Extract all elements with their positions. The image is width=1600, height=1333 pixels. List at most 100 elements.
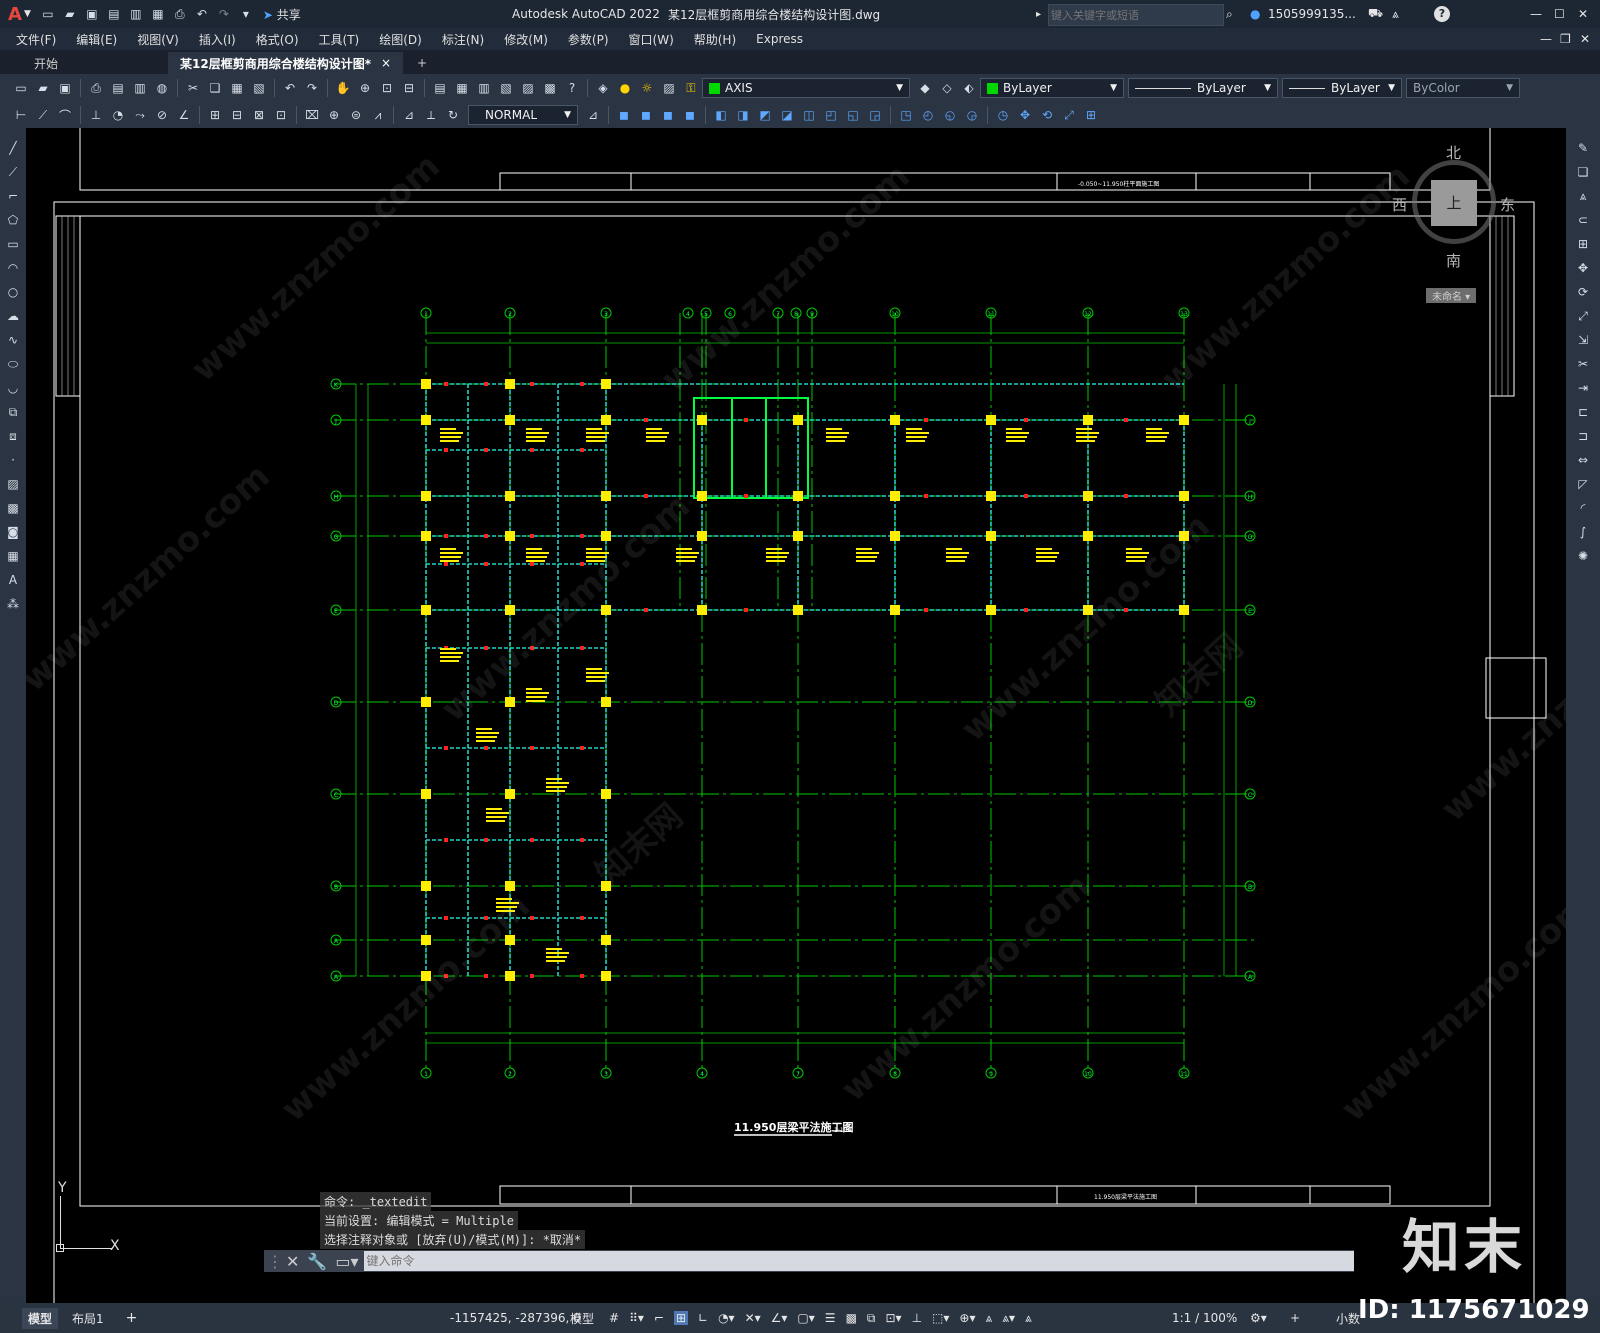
save-icon[interactable]: ▣ [56, 79, 74, 97]
properties-icon[interactable]: ▤ [431, 79, 449, 97]
viewcube[interactable]: 上 北 南 西 东 未命名 ▾ [1392, 142, 1516, 312]
menu-window[interactable]: 窗口(W) [619, 31, 684, 48]
sweep-icon[interactable]: ◪ [778, 106, 796, 124]
zoom-previous-icon[interactable]: ⊟ [400, 79, 418, 97]
menu-parametric[interactable]: 参数(P) [558, 31, 619, 48]
linear-dim-icon[interactable]: ⊢ [12, 106, 30, 124]
autocad-logo[interactable]: A [8, 4, 22, 25]
jogged-icon[interactable]: ⤳ [131, 106, 149, 124]
revision-cloud-icon[interactable]: ☁ [4, 307, 22, 325]
sheet-set-icon[interactable]: ▧ [497, 79, 515, 97]
jogged-linear-icon[interactable]: ⩘ [369, 106, 387, 124]
explode-icon[interactable]: ✺ [1574, 547, 1592, 565]
dimstyle-manager-icon[interactable]: ⊿ [584, 106, 602, 124]
save-icon[interactable]: ▣ [83, 5, 101, 23]
menu-view[interactable]: 视图(V) [127, 31, 189, 48]
ellipse-icon[interactable]: ⬭ [4, 355, 22, 373]
zoom-realtime-icon[interactable]: ⊕ [356, 79, 374, 97]
3dscale-icon[interactable]: ⤢ [1060, 106, 1078, 124]
open-folder-icon[interactable]: ▰ [61, 5, 79, 23]
baseline-icon[interactable]: ⊟ [228, 106, 246, 124]
align-icon[interactable]: ◷ [994, 106, 1012, 124]
offset-icon[interactable]: ⊂ [1574, 211, 1592, 229]
tab-model[interactable]: 模型 [22, 1307, 59, 1329]
gradient-icon[interactable]: ▩ [4, 499, 22, 517]
mirror-icon[interactable]: ⩓ [1574, 187, 1592, 205]
color-dropdown[interactable]: ByLayer ▼ [980, 78, 1124, 98]
cart-icon[interactable]: ⛟ [1368, 6, 1383, 22]
command-input[interactable] [364, 1251, 1354, 1271]
region-icon[interactable]: ◙ [4, 523, 22, 541]
user-icon[interactable]: ● [1250, 7, 1260, 21]
help-icon[interactable]: ? [1434, 6, 1450, 22]
slice-icon[interactable]: ◳ [897, 106, 915, 124]
cylinder-icon[interactable]: ◼ [637, 106, 655, 124]
export-icon[interactable]: ▥ [127, 5, 145, 23]
make-block-icon[interactable]: ⧈ [4, 427, 22, 445]
annotation-scale-icon[interactable]: ⩓ [1025, 1311, 1032, 1326]
thicken-icon[interactable]: ◵ [941, 106, 959, 124]
tab-close-icon[interactable]: × [381, 56, 391, 70]
chamfer-icon[interactable]: ◸ [1574, 475, 1592, 493]
menu-file[interactable]: 文件(F) [6, 31, 66, 48]
drawing-canvas[interactable]: 1 2 3 4 5 6 7 8 9 10 11 12 13 1 2 3 4 7 8 9 10 11 K J H G E D C B A A J H… [26, 128, 1566, 1303]
point-icon[interactable]: · [4, 451, 22, 469]
intersect-icon[interactable]: ◲ [866, 106, 884, 124]
3d-print-icon[interactable]: ◍ [153, 79, 171, 97]
isodraft-icon[interactable]: ✕▾ [745, 1311, 761, 1325]
units-label[interactable]: 小数 [1336, 1310, 1360, 1327]
diameter-icon[interactable]: ⊘ [153, 106, 171, 124]
layer-previous-icon[interactable]: ◇ [938, 79, 956, 97]
layer-on-icon[interactable]: ● [616, 79, 634, 97]
paste-icon[interactable]: ▦ [228, 79, 246, 97]
break-at-point-icon[interactable]: ⊏ [1574, 403, 1592, 421]
undo-icon[interactable]: ↶ [193, 5, 211, 23]
dim-space-icon[interactable]: ⊡ [272, 106, 290, 124]
redo-icon[interactable]: ↷ [303, 79, 321, 97]
tab-start[interactable]: 开始 [22, 52, 132, 74]
close-icon[interactable]: ✕ [1578, 7, 1588, 21]
model-space-button[interactable]: 模型 [570, 1310, 594, 1327]
snap-icon[interactable]: ⠿▾ [629, 1311, 644, 1325]
infer-constraints-icon[interactable]: ⌐ [654, 1311, 664, 1325]
publish-icon[interactable]: ▥ [131, 79, 149, 97]
plot-icon[interactable]: ⎙ [171, 5, 189, 23]
layer-properties-icon[interactable]: ◈ [594, 79, 612, 97]
transparency-icon[interactable]: ▩ [846, 1311, 857, 1325]
arc-length-icon[interactable]: ⌒ [56, 106, 74, 124]
layer-lock-icon[interactable]: ⚿ [682, 79, 700, 97]
mtext-icon[interactable]: A [4, 571, 22, 589]
selection-cycling-icon[interactable]: ⧉ [867, 1311, 876, 1326]
radius-icon[interactable]: ◔ [109, 106, 127, 124]
erase-icon[interactable]: ✎ [1574, 139, 1592, 157]
revolve-icon[interactable]: ◨ [734, 106, 752, 124]
coordinates-readout[interactable]: -1157425, -287396, 0 [450, 1311, 581, 1325]
construction-line-icon[interactable]: ⟋ [4, 163, 22, 181]
line-icon[interactable]: ╱ [4, 139, 22, 157]
menu-edit[interactable]: 编辑(E) [66, 31, 127, 48]
doc-minimize-icon[interactable]: — [1540, 32, 1552, 46]
aligned-dim-icon[interactable]: ⟋ [34, 106, 52, 124]
redo-icon[interactable]: ↷ [215, 5, 233, 23]
shell-icon[interactable]: ◶ [963, 106, 981, 124]
annotation-monitor-icon[interactable]: + [1290, 1311, 1300, 1325]
3d-osnap-icon[interactable]: ⊡▾ [885, 1311, 901, 1325]
loft-icon[interactable]: ◩ [756, 106, 774, 124]
help-icon[interactable]: ? [563, 79, 581, 97]
menu-draw[interactable]: 绘图(D) [369, 31, 432, 48]
tab-layout1[interactable]: 布局1 [72, 1310, 104, 1327]
dimstyle-dropdown[interactable]: NORMAL ▼ [468, 105, 578, 125]
recent-commands-icon[interactable]: ▭▾ [335, 1252, 358, 1271]
customize-icon[interactable]: ▾ [237, 5, 255, 23]
copy-object-icon[interactable]: ❏ [1574, 163, 1592, 181]
table-icon[interactable]: ▦ [4, 547, 22, 565]
close-command-icon[interactable]: ✕ [286, 1252, 299, 1271]
arc-icon[interactable]: ◠ [4, 259, 22, 277]
insert-block-icon[interactable]: ⧉ [4, 403, 22, 421]
menu-insert[interactable]: 插入(I) [189, 31, 246, 48]
section-icon[interactable]: ◴ [919, 106, 937, 124]
drag-handle-icon[interactable]: ⋮ [267, 1252, 283, 1271]
layer-vp-icon[interactable]: ▨ [660, 79, 678, 97]
polyline-icon[interactable]: ⌐ [4, 187, 22, 205]
object-snap-icon[interactable]: ▢▾ [797, 1311, 814, 1325]
